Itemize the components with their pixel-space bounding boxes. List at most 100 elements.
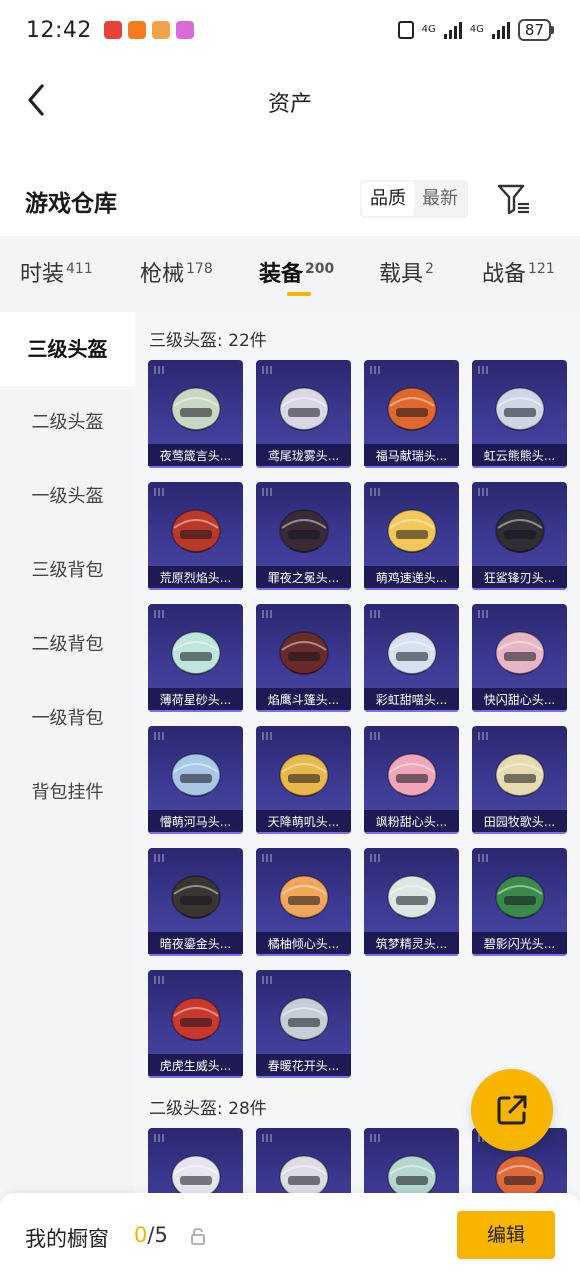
item-card[interactable]: 虎虎生威头... (148, 970, 243, 1078)
item-name: 筑梦精灵头... (364, 932, 459, 956)
signal-icon (443, 21, 462, 39)
app-notification-icon (127, 21, 146, 39)
sidebar-item-level2-helmet[interactable]: 二级头盔 (0, 386, 135, 460)
notification-icons (103, 21, 194, 39)
helmet-icon (384, 376, 440, 434)
sort-option-quality[interactable]: 品质 (362, 182, 414, 216)
app-notification-icon (103, 21, 122, 39)
item-card[interactable]: 夜莺箴言头... (148, 360, 243, 468)
sidebar-item-level1-helmet[interactable]: 一级头盔 (0, 460, 135, 534)
item-name: 福马献瑞头... (364, 444, 459, 468)
edit-button[interactable]: 编辑 (457, 1211, 555, 1259)
tab-vehicles[interactable]: 载具 2 (379, 256, 434, 288)
category-tabs: 时装 411 枪械 178 装备 200 载具 2 战备 121 (0, 236, 580, 312)
helmet-icon (384, 498, 440, 556)
item-card[interactable]: 萌鸡速递头... (364, 482, 459, 590)
item-card[interactable]: 焰鹰斗篷头... (256, 604, 351, 712)
subcategory-sidebar: 三级头盔 二级头盔 一级头盔 三级背包 二级背包 一级背包 背包挂件 (0, 312, 135, 1212)
tab-guns[interactable]: 枪械 178 (140, 256, 213, 288)
header: 资产 (0, 60, 580, 140)
helmet-icon (384, 620, 440, 678)
item-card[interactable]: 彩虹甜喵头... (364, 604, 459, 712)
tab-count: 121 (528, 261, 555, 277)
page-title: 资产 (267, 92, 312, 117)
tab-count: 2 (425, 261, 434, 277)
item-name: 萌鸡速递头... (364, 566, 459, 590)
item-name: 懵萌河马头... (148, 810, 243, 834)
item-card[interactable]: 罪夜之冕头... (256, 482, 351, 590)
tab-count: 411 (66, 261, 93, 277)
showcase-label: 我的橱窗 (25, 1227, 109, 1251)
item-name: 荒原烈焰头... (148, 566, 243, 590)
network-type: 4G (469, 24, 484, 35)
nfc-icon (397, 21, 414, 39)
item-name: 虎虎生威头... (148, 1054, 243, 1078)
item-name: 暗夜鎏金头... (148, 932, 243, 956)
sidebar-item-level3-backpack[interactable]: 三级背包 (0, 534, 135, 608)
helmet-icon (168, 498, 224, 556)
helmet-icon (276, 864, 332, 922)
item-card[interactable]: 田园牧歌头... (472, 726, 567, 834)
item-card[interactable]: 快闪甜心头... (472, 604, 567, 712)
item-card[interactable]: 橘柚倾心头... (256, 848, 351, 956)
item-card[interactable]: 碧影闪光头... (472, 848, 567, 956)
item-name: 焰鹰斗篷头... (256, 688, 351, 712)
helmet-icon (168, 620, 224, 678)
tab-count: 200 (305, 261, 335, 277)
sidebar-item-backpack-charm[interactable]: 背包挂件 (0, 756, 135, 830)
section-title: 三级头盔: 22件 (149, 331, 267, 351)
item-name: 碧影闪光头... (472, 932, 567, 956)
tab-equipment[interactable]: 装备 200 (259, 256, 334, 288)
item-card[interactable]: 狂鲨锋刃头... (472, 482, 567, 590)
tab-fashion[interactable]: 时装 411 (20, 256, 93, 288)
item-card[interactable]: 春暖花开头... (256, 970, 351, 1078)
showcase-bar: 我的橱窗 0/5 编辑 (0, 1193, 580, 1279)
helmet-icon (168, 376, 224, 434)
section-title: 二级头盔: 28件 (149, 1099, 267, 1119)
item-name: 薄荷星砂头... (148, 688, 243, 712)
item-card[interactable]: 飒粉甜心头... (364, 726, 459, 834)
item-card[interactable]: 福马献瑞头... (364, 360, 459, 468)
sidebar-item-level1-backpack[interactable]: 一级背包 (0, 682, 135, 756)
helmet-icon (492, 376, 548, 434)
item-card[interactable]: 虹云熊熊头... (472, 360, 567, 468)
sidebar-item-level2-backpack[interactable]: 二级背包 (0, 608, 135, 682)
item-name: 田园牧歌头... (472, 810, 567, 834)
sort-toggle: 品质 最新 (360, 180, 468, 218)
helmet-icon (276, 620, 332, 678)
item-name: 夜莺箴言头... (148, 444, 243, 468)
helmet-icon (276, 986, 332, 1044)
status-time: 12:42 (26, 17, 92, 43)
item-name: 快闪甜心头... (472, 688, 567, 712)
item-name: 虹云熊熊头... (472, 444, 567, 468)
sidebar-item-level3-helmet[interactable]: 三级头盔 (0, 312, 135, 386)
item-name: 橘柚倾心头... (256, 932, 351, 956)
item-name: 天降萌叽头... (256, 810, 351, 834)
sort-option-newest[interactable]: 最新 (414, 182, 466, 216)
item-card[interactable]: 鸢尾珑雾头... (256, 360, 351, 468)
share-button[interactable] (471, 1069, 553, 1151)
tab-count: 178 (186, 261, 213, 277)
item-card[interactable]: 薄荷星砂头... (148, 604, 243, 712)
share-icon (497, 1095, 527, 1125)
filter-icon[interactable] (496, 182, 532, 216)
app-notification-icon (175, 21, 194, 39)
lock-icon (190, 1227, 206, 1245)
helmet-icon (276, 376, 332, 434)
network-type: 4G (421, 24, 436, 35)
item-card[interactable]: 懵萌河马头... (148, 726, 243, 834)
item-card[interactable]: 荒原烈焰头... (148, 482, 243, 590)
helmet-icon (384, 742, 440, 800)
helmet-icon (276, 498, 332, 556)
item-card[interactable]: 筑梦精灵头... (364, 848, 459, 956)
item-card[interactable]: 暗夜鎏金头... (148, 848, 243, 956)
battery-icon: 87 (517, 19, 554, 41)
warehouse-header: 游戏仓库 品质 最新 (0, 168, 580, 232)
battery-level: 87 (517, 19, 551, 41)
active-tab-indicator (287, 292, 311, 296)
status-bar: 12:42 4G 4G 87 (0, 0, 580, 60)
tab-battle-prep[interactable]: 战备 121 (482, 256, 555, 288)
helmet-icon (168, 864, 224, 922)
helmet-icon (168, 986, 224, 1044)
item-card[interactable]: 天降萌叽头... (256, 726, 351, 834)
